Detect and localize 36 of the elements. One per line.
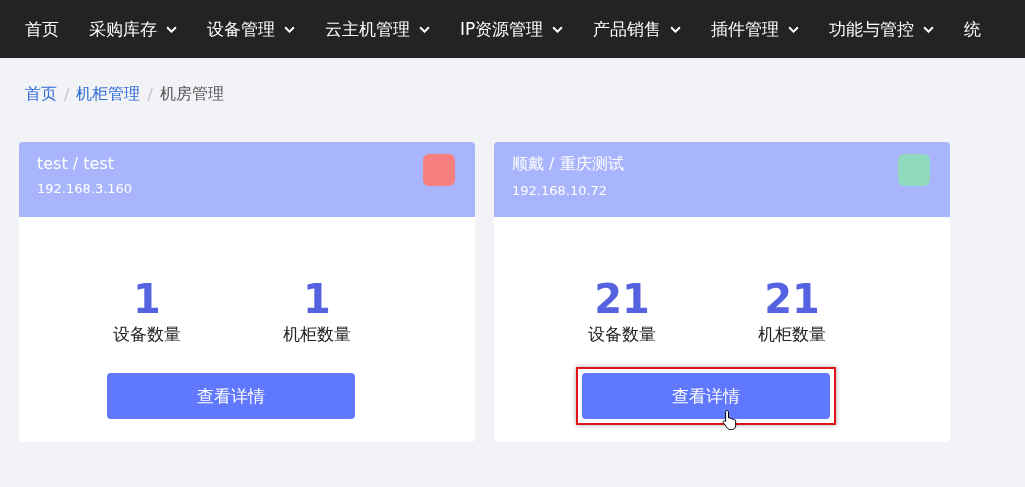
breadcrumb-separator: / <box>64 84 70 104</box>
nav-menu-item[interactable]: 首页 <box>14 17 70 41</box>
view-details-button[interactable]: 查看详情 <box>582 373 830 419</box>
stat-label: 机柜数量 <box>283 323 351 346</box>
card-title: 顺戴 / 重庆测试 <box>512 154 624 175</box>
stat-label: 设备数量 <box>588 323 656 346</box>
chevron-down-icon <box>788 25 800 33</box>
nav-menu-item[interactable]: 采购库存 <box>78 17 188 41</box>
stat-value: 21 <box>594 279 650 319</box>
stat-label: 设备数量 <box>113 323 181 346</box>
card-title: test / test <box>37 154 115 173</box>
breadcrumb-link[interactable]: 机柜管理 <box>76 83 141 105</box>
view-details-button[interactable]: 查看详情 <box>107 373 355 419</box>
chevron-down-icon <box>284 25 295 33</box>
chevron-down-icon <box>923 25 935 33</box>
current-page-title: 机房管理 <box>159 83 224 105</box>
ip-address: 192.168.10.72 <box>512 183 609 198</box>
breadcrumb-link[interactable]: 首页 <box>25 83 57 105</box>
stat-value: 1 <box>133 279 161 319</box>
ip-address: 192.168.3.160 <box>37 181 133 196</box>
nav-menu-item[interactable]: 插件管理 <box>700 17 811 41</box>
nav-menu-item[interactable]: 产品销售 <box>582 17 693 41</box>
chevron-down-icon <box>552 25 564 33</box>
stat-label: 机柜数量 <box>758 323 826 346</box>
chevron-down-icon <box>419 25 430 33</box>
nav-menu-item[interactable]: 云主机管理 <box>314 17 441 41</box>
nav-menu-item[interactable]: IP资源管理 <box>449 17 575 41</box>
breadcrumb-separator: / <box>147 84 153 104</box>
nav-menu-item[interactable]: 设备管理 <box>196 17 306 41</box>
chevron-down-icon <box>670 25 682 33</box>
nav-menu-item[interactable]: 功能与管控 <box>818 17 946 41</box>
hand-cursor-icon <box>722 409 738 431</box>
stat-value: 1 <box>303 279 331 319</box>
chevron-down-icon <box>166 25 177 33</box>
nav-menu-item[interactable]: 统 <box>953 17 993 41</box>
stat-value: 21 <box>764 279 820 319</box>
